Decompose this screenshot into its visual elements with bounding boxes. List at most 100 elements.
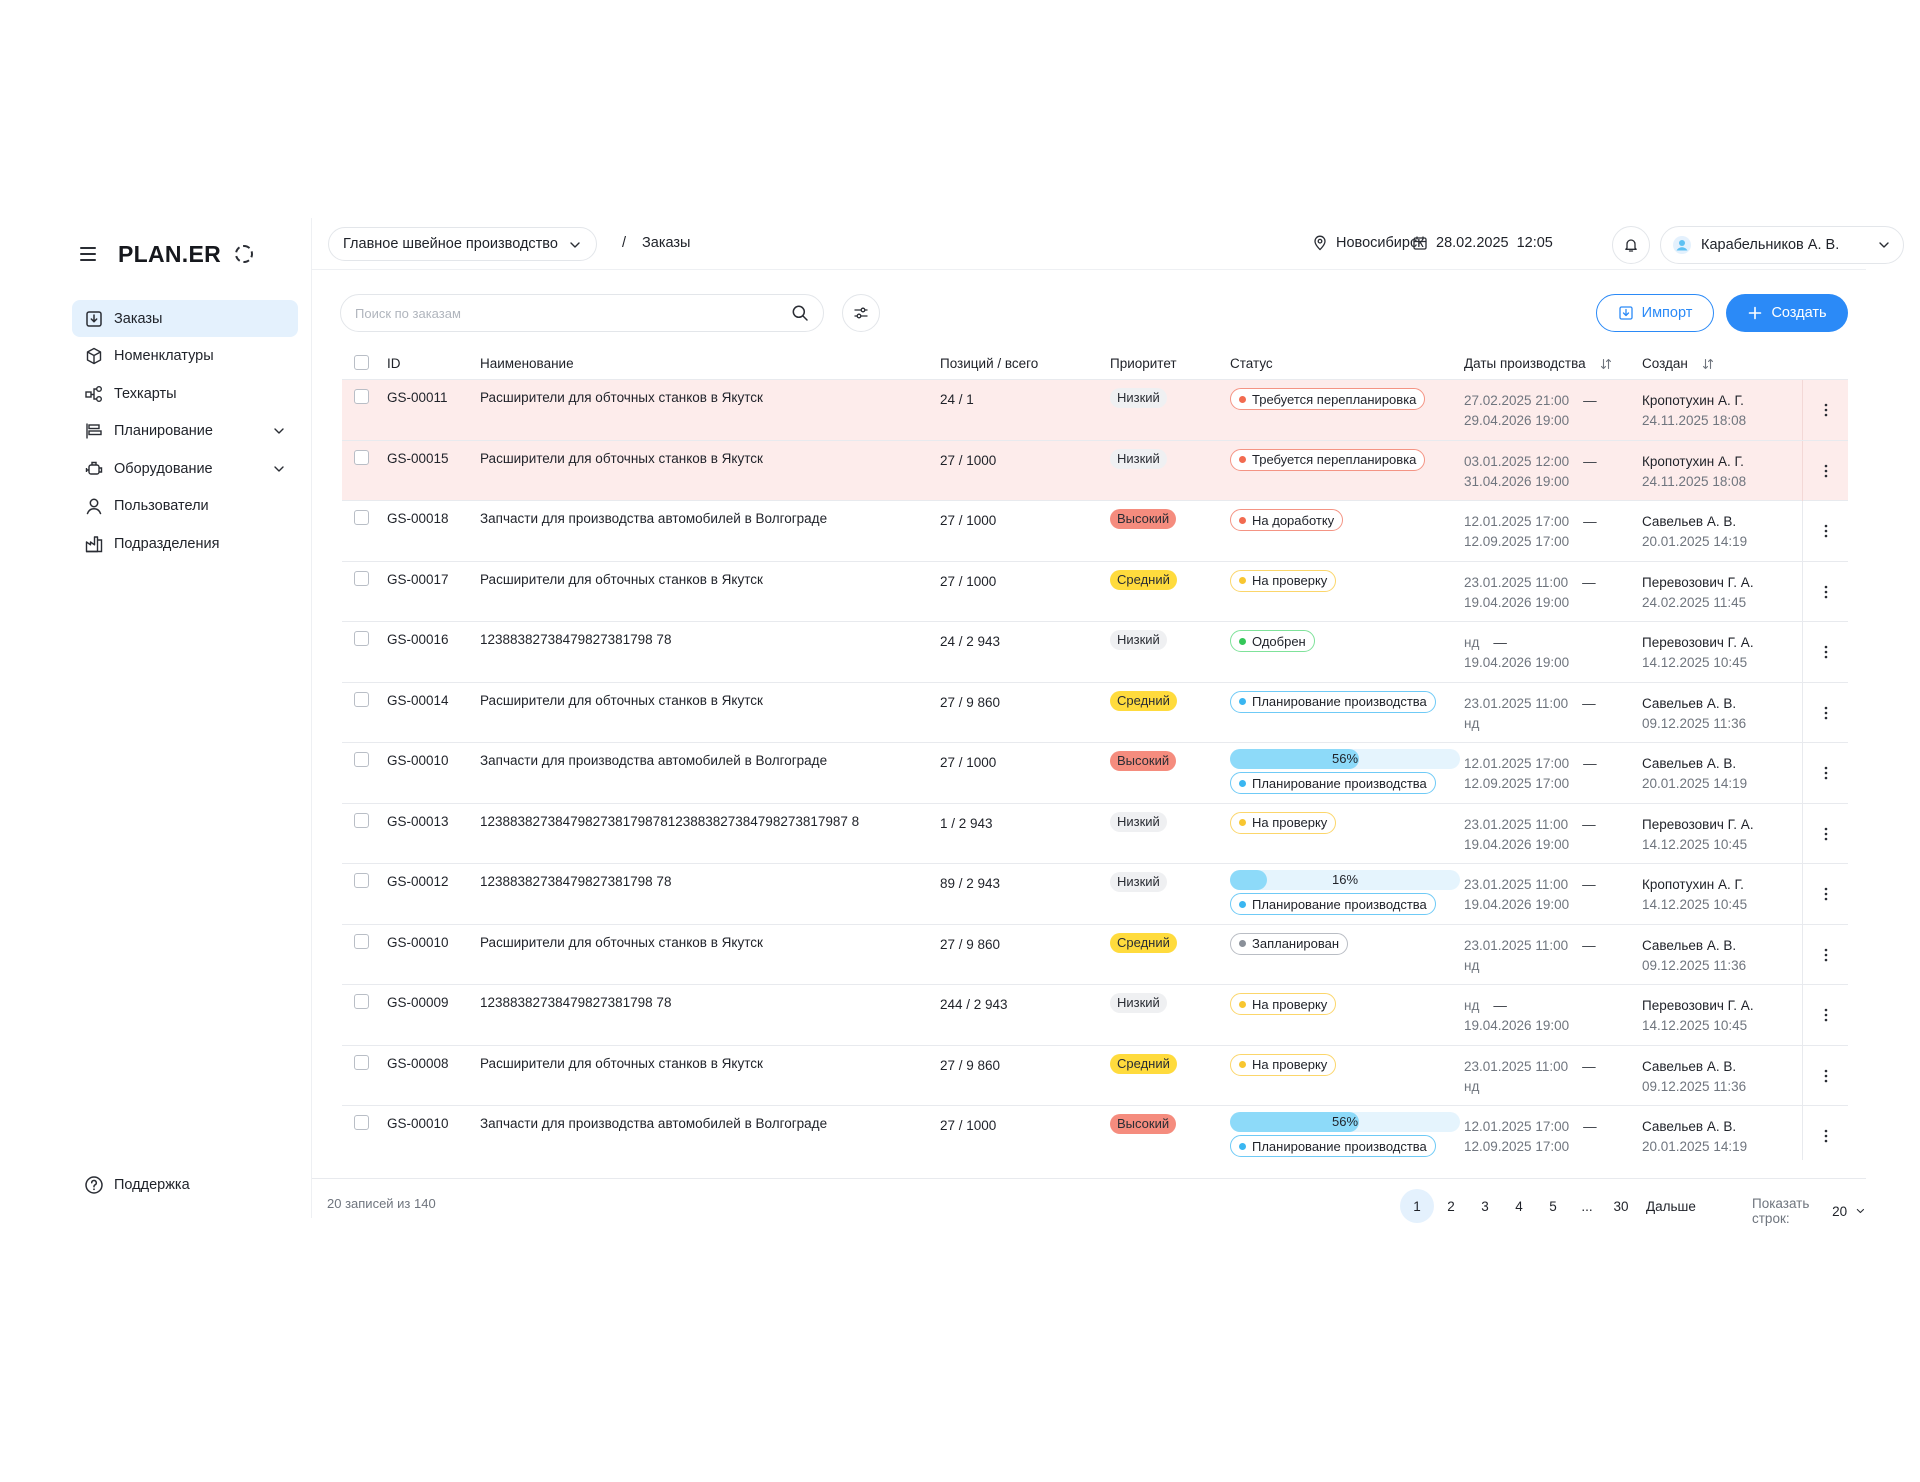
more-vertical-icon: [1824, 524, 1827, 538]
filter-button[interactable]: [842, 294, 880, 332]
status-cell: Требуется перепланировка: [1230, 388, 1426, 410]
row-checkbox[interactable]: [354, 752, 369, 770]
row-actions-button[interactable]: [1802, 1045, 1848, 1106]
col-created[interactable]: Создан: [1642, 356, 1714, 371]
breadcrumb-separator: /: [622, 235, 627, 251]
sort-icon[interactable]: [1600, 358, 1612, 370]
next-page-button[interactable]: Дальше: [1638, 1189, 1704, 1223]
menu-icon[interactable]: [80, 244, 100, 264]
table-row[interactable]: GS-00009 12388382738479827381798 78 244 / …: [342, 985, 1848, 1046]
row-actions-button[interactable]: [1802, 864, 1848, 924]
status-label: Планирование производства: [1252, 694, 1427, 709]
order-name: Расширители для обточных станков в Якутс…: [480, 450, 763, 466]
sidebar-item[interactable]: Планирование: [72, 413, 298, 450]
date-end: 12.09.2025 17:00: [1464, 776, 1570, 791]
col-priority[interactable]: Приоритет: [1110, 356, 1177, 371]
date-start: 23.01.2025 11:00: [1464, 574, 1569, 590]
row-checkbox[interactable]: [354, 933, 369, 952]
progress-label: 16%: [1331, 872, 1359, 887]
col-status[interactable]: Статус: [1230, 356, 1273, 371]
row-checkbox[interactable]: [354, 631, 369, 649]
date-dash: —: [1582, 877, 1596, 892]
row-actions-button[interactable]: [1802, 380, 1848, 440]
production-select[interactable]: Главное швейное производство: [328, 227, 597, 261]
row-checkbox[interactable]: [354, 1115, 369, 1133]
created-info: Савельев А. В. 09.12.2025 11:36: [1642, 936, 1746, 976]
col-name[interactable]: Наименование: [480, 356, 574, 371]
status-label: На доработку: [1252, 512, 1335, 528]
row-checkbox[interactable]: [354, 389, 369, 407]
col-positions[interactable]: Позиций / всего: [940, 356, 1038, 371]
support-link[interactable]: Поддержка: [84, 1175, 190, 1195]
import-button[interactable]: Импорт: [1596, 294, 1714, 332]
table-row[interactable]: GS-00008 Расширители для обточных станков…: [342, 1045, 1848, 1106]
table-row[interactable]: GS-00013 12388382738479827381798781238838…: [342, 803, 1848, 864]
production-dates: 12.01.2025 17:00 — 12.09.2025 17:00: [1464, 1117, 1597, 1157]
table-footer: 20 записей из 140 1 2 3 4 5... 30 Дальше Показ…: [312, 1178, 1866, 1226]
create-button[interactable]: Создать: [1726, 294, 1848, 332]
page-button[interactable]: 30: [1604, 1189, 1638, 1223]
col-id[interactable]: ID: [387, 356, 401, 371]
row-actions-button[interactable]: [1802, 924, 1848, 985]
status-label: На проверку: [1252, 996, 1328, 1012]
sidebar-item[interactable]: Заказы: [72, 300, 298, 337]
row-actions-button[interactable]: [1802, 803, 1848, 864]
order-id: GS-00011: [387, 390, 448, 405]
search-icon[interactable]: [791, 304, 809, 322]
row-actions-button[interactable]: [1802, 743, 1848, 803]
notifications-button[interactable]: [1612, 226, 1650, 264]
row-checkbox[interactable]: [354, 691, 369, 710]
row-checkbox[interactable]: [354, 449, 369, 468]
order-positions: 1 / 2 943: [940, 815, 993, 831]
sort-icon[interactable]: [1702, 358, 1714, 370]
table-row[interactable]: GS-00010 Запчасти для производства автомо…: [342, 743, 1848, 804]
row-actions-button[interactable]: [1802, 501, 1848, 561]
page-button[interactable]: 4: [1502, 1189, 1536, 1223]
location[interactable]: Новосибирск: [1312, 235, 1424, 251]
table-row[interactable]: GS-00018 Запчасти для производства автомо…: [342, 501, 1848, 562]
rows-per-page-select[interactable]: Показать строк: 20: [1752, 1196, 1866, 1226]
row-actions-button[interactable]: [1802, 440, 1848, 501]
row-checkbox[interactable]: [354, 1054, 369, 1073]
table-row[interactable]: GS-00016 12388382738479827381798 78 24 / 2…: [342, 622, 1848, 683]
table-row[interactable]: GS-00011 Расширители для обточных станков…: [342, 380, 1848, 441]
row-checkbox[interactable]: [354, 570, 369, 589]
sidebar-item[interactable]: Техкарты: [72, 375, 298, 412]
row-checkbox[interactable]: [354, 812, 369, 831]
date-end: нд: [1464, 715, 1480, 731]
row-checkbox[interactable]: [354, 873, 369, 891]
sidebar-item[interactable]: Подразделения: [72, 526, 298, 563]
table-row[interactable]: GS-00017 Расширители для обточных станков…: [342, 561, 1848, 622]
flow-icon: [85, 385, 102, 402]
row-checkbox[interactable]: [354, 510, 369, 528]
row-actions-button[interactable]: [1802, 561, 1848, 622]
table-row[interactable]: GS-00012 12388382738479827381798 78 89 / 2…: [342, 864, 1848, 925]
table-row[interactable]: GS-00014 Расширители для обточных станков…: [342, 682, 1848, 743]
row-checkbox[interactable]: [354, 994, 369, 1012]
page-button[interactable]: 3: [1468, 1189, 1502, 1223]
row-actions-button[interactable]: [1802, 1106, 1848, 1160]
chevron-down-icon: [274, 466, 284, 472]
col-dates[interactable]: Даты производства: [1464, 356, 1612, 371]
sidebar-item[interactable]: Номенклатуры: [72, 338, 298, 375]
priority-cell: Высокий: [1110, 1114, 1177, 1134]
select-all-checkbox[interactable]: [354, 355, 369, 373]
user-menu[interactable]: Карабельников А. В.: [1660, 226, 1904, 264]
chevron-down-icon: [274, 428, 284, 434]
table-row[interactable]: GS-00015 Расширители для обточных станков…: [342, 440, 1848, 501]
date-end: нд: [1464, 1078, 1480, 1094]
row-actions-button[interactable]: [1802, 682, 1848, 743]
status-dot: [1239, 698, 1246, 705]
sidebar-item[interactable]: Оборудование: [72, 450, 298, 487]
row-actions-button[interactable]: [1802, 985, 1848, 1045]
priority-badge: Низкий: [1110, 388, 1167, 408]
page-button[interactable]: 5: [1536, 1189, 1570, 1223]
table-row[interactable]: GS-00010 Расширители для обточных станков…: [342, 924, 1848, 985]
page-button[interactable]: 1: [1400, 1189, 1434, 1223]
sidebar-item[interactable]: Пользователи: [72, 488, 298, 525]
status-label: На проверку: [1252, 815, 1328, 830]
search-input[interactable]: [355, 305, 791, 321]
page-button[interactable]: 2: [1434, 1189, 1468, 1223]
table-row[interactable]: GS-00010 Запчасти для производства автомо…: [342, 1106, 1848, 1160]
row-actions-button[interactable]: [1802, 622, 1848, 682]
